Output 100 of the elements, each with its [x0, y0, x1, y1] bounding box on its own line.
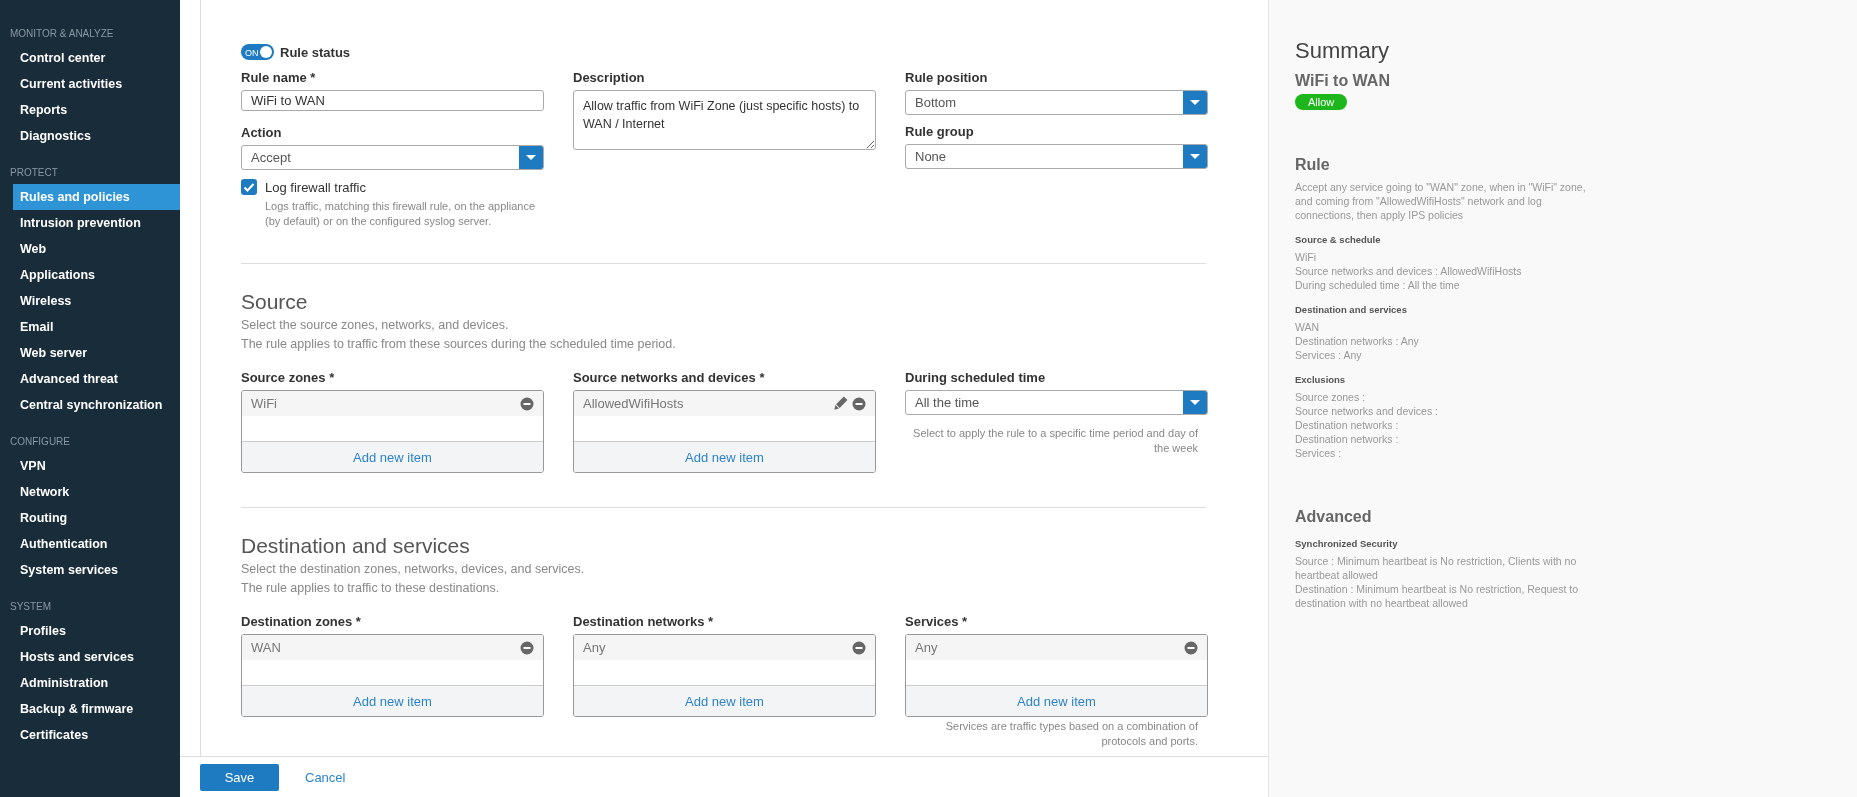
sidebar-item[interactable]: Authentication: [13, 531, 180, 557]
sidebar-item[interactable]: Certificates: [13, 722, 180, 748]
field-label: Source networks and devices *: [573, 370, 766, 385]
section-heading: CONFIGURE: [9, 436, 71, 447]
summary-line: Services : Any: [1295, 348, 1363, 362]
caret-icon: [1190, 154, 1200, 159]
sidebar-item[interactable]: Administration: [13, 670, 180, 696]
sidebar-item[interactable]: Central synchronization: [13, 392, 180, 418]
status-badge: Allow: [1295, 94, 1348, 110]
sidebar-item[interactable]: Current activities: [13, 71, 180, 97]
summary-line: Destination networks :: [1295, 432, 1400, 446]
remove-icon: [852, 396, 866, 411]
section-description: Select the destination zones, networks, devices, and services.: [241, 561, 586, 578]
summary-line: Destination networks :: [1295, 418, 1400, 432]
caret-icon: [1190, 400, 1200, 405]
remove-icon: [852, 640, 866, 655]
section-heading: MONITOR & ANALYZE: [9, 28, 115, 39]
sidebar-item[interactable]: Wireless: [13, 288, 180, 314]
rule-position-dropdown[interactable]: Bottom: [905, 90, 1208, 115]
sidebar-item[interactable]: Advanced threat: [13, 366, 180, 392]
toggle-switch[interactable]: ON: [241, 44, 274, 60]
field-label: Source zones *: [241, 370, 336, 385]
cancel-link[interactable]: Cancel: [305, 769, 346, 785]
field-label: Rule name *: [241, 70, 317, 85]
rule-name-field[interactable]: WiFi to WAN: [241, 90, 544, 111]
caret-icon: [526, 155, 536, 160]
field-label: Action: [241, 125, 283, 140]
sidebar-item[interactable]: Reports: [13, 97, 180, 123]
sidebar-item[interactable]: Control center: [13, 45, 180, 71]
checkbox-label: Log firewall traffic: [265, 179, 366, 195]
summary-line: WiFi: [1295, 250, 1317, 264]
add-item-button[interactable]: Add new item: [574, 441, 875, 472]
remove-icon: [1184, 640, 1198, 655]
save-button[interactable]: Save: [200, 763, 279, 791]
summary-subheading: Exclusions: [1295, 374, 1347, 385]
list-item-text: WAN: [251, 640, 282, 655]
section-heading: PROTECT: [9, 167, 59, 178]
sidebar-item[interactable]: Email: [13, 314, 180, 340]
rule-name: WiFi to WAN: [1295, 72, 1391, 90]
section-description: The rule applies to traffic from these sources during the scheduled time period.: [241, 336, 677, 353]
hint-text: Select to apply the rule to a specific time period and day of the week: [912, 426, 1199, 456]
sidebar-item[interactable]: Applications: [13, 262, 180, 288]
field-label: During scheduled time: [905, 370, 1047, 385]
summary-heading: Rule: [1295, 156, 1331, 174]
summary-text: Accept any service going to "WAN" zone, when in "WiFi" zone, and coming from "AllowedWifiHosts" network and log connections, then apply IPS policies: [1295, 180, 1587, 222]
add-item-button[interactable]: Add new item: [242, 685, 543, 716]
sidebar-item[interactable]: System services: [13, 557, 180, 583]
schedule-dropdown[interactable]: All the time: [905, 390, 1208, 415]
add-item-button[interactable]: Add new item: [242, 441, 543, 472]
section-heading: SYSTEM: [9, 601, 53, 612]
sidebar-item[interactable]: Web: [13, 236, 180, 262]
field-label: Rule position: [905, 70, 989, 85]
sidebar-item[interactable]: Network: [13, 479, 180, 505]
field-label: Description: [573, 70, 646, 85]
sidebar-item[interactable]: Routing: [13, 505, 180, 531]
section-description: Select the source zones, networks, and devices.: [241, 317, 510, 334]
rule-status-label: Rule status: [280, 44, 351, 60]
sidebar-item[interactable]: Web server: [13, 340, 180, 366]
section-title: Destination and services: [241, 534, 471, 558]
summary-heading: Advanced: [1295, 508, 1373, 526]
summary-line: Source networks and devices :: [1295, 404, 1439, 418]
hint-text: Services are traffic types based on a combination of protocols and ports.: [944, 719, 1199, 749]
summary-line: Destination networks : Any: [1295, 334, 1420, 348]
add-item-button[interactable]: Add new item: [574, 685, 875, 716]
list-item-text: Any: [583, 640, 607, 655]
sidebar-item[interactable]: Intrusion prevention: [13, 210, 180, 236]
summary-title: Summary: [1295, 38, 1391, 64]
sidebar-item[interactable]: VPN: [13, 453, 180, 479]
hint-text: Logs traffic, matching this firewall rule, on the appliance (by default) or on the configured syslog server.: [265, 199, 537, 229]
rule-group-dropdown[interactable]: None: [905, 144, 1208, 169]
summary-line: Destination : Minimum heartbeat is No restriction, Request to destination with no heartbeat allowed: [1295, 582, 1580, 610]
remove-icon: [520, 640, 534, 655]
remove-icon: [520, 396, 534, 411]
caret-icon: [1190, 100, 1200, 105]
section-title: Source: [241, 290, 309, 314]
field-label: Services *: [905, 614, 969, 629]
summary-line: During scheduled time : All the time: [1295, 278, 1461, 292]
summary-line: Source : Minimum heartbeat is No restriction, Clients with no heartbeat allowed: [1295, 554, 1578, 582]
section-description: The rule applies to traffic to these destinations.: [241, 580, 501, 597]
sidebar-item[interactable]: Diagnostics: [13, 123, 180, 149]
summary-subheading: Destination and services: [1295, 304, 1408, 315]
field-label: Rule group: [905, 124, 975, 139]
sidebar-item[interactable]: Backup & firmware: [13, 696, 180, 722]
list-item-text: WiFi: [251, 396, 278, 411]
summary-line: WAN: [1295, 320, 1321, 334]
field-label: Destination networks *: [573, 614, 715, 629]
action-dropdown[interactable]: Accept: [241, 145, 544, 170]
summary-subheading: Source & schedule: [1295, 234, 1382, 245]
summary-line: Source zones :: [1295, 390, 1367, 404]
checkbox[interactable]: [241, 179, 257, 195]
field-label: Destination zones *: [241, 614, 362, 629]
summary-subheading: Synchronized Security: [1295, 538, 1399, 549]
list-item-text: Any: [915, 640, 939, 655]
description-field[interactable]: Allow traffic from WiFi Zone (just specific hosts) to WAN / Internet: [573, 90, 876, 150]
sidebar-item[interactable]: Hosts and services: [13, 644, 180, 670]
summary-line: Services :: [1295, 446, 1343, 460]
list-item-text: AllowedWifiHosts: [583, 396, 685, 411]
sidebar-item[interactable]: Profiles: [13, 618, 180, 644]
add-item-button[interactable]: Add new item: [906, 685, 1207, 716]
summary-line: Source networks and devices : AllowedWifiHosts: [1295, 264, 1523, 278]
